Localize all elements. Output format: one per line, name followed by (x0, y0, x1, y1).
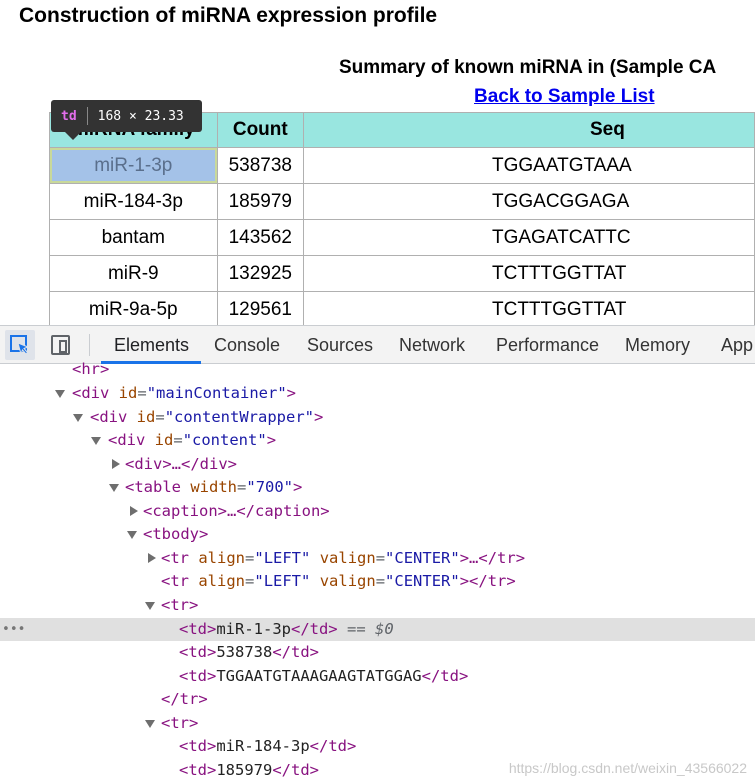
mirna-summary-table: miRNA family Count Seq miR-1-3p 538738 T… (49, 112, 755, 325)
header-count: Count (216, 112, 305, 148)
family-cell: bantam (49, 219, 218, 256)
web-page: Construction of miRNA expression profile… (0, 0, 755, 325)
seq-cell: TGGAATGTAAA (303, 147, 755, 184)
expand-triangle-icon[interactable] (91, 437, 101, 445)
expand-triangle-icon[interactable] (127, 531, 137, 539)
table-row: bantam 143562 TGAGATCATTC (49, 219, 755, 256)
dom-node-hr[interactable]: <hr> (0, 358, 755, 381)
header-seq: Seq (303, 112, 755, 148)
count-cell: 185979 (216, 183, 305, 220)
tooltip-tag-name: td (61, 108, 77, 124)
family-cell[interactable]: miR-1-3p (49, 147, 218, 184)
count-cell: 129561 (216, 291, 305, 325)
seq-cell: TGGACGGAGA (303, 183, 755, 220)
table-row: miR-1-3p 538738 TGGAATGTAAA (49, 147, 755, 184)
dom-node-caption[interactable]: <caption>…</caption> (0, 500, 755, 523)
device-mobile-icon (51, 335, 70, 355)
tooltip-dimensions: 168 × 23.33 (97, 108, 184, 124)
dom-node-content[interactable]: <div id="content"> (0, 429, 755, 452)
dom-node-tr-empty[interactable]: <tr align="LEFT" valign="CENTER"></tr> (0, 570, 755, 593)
inspect-element-button[interactable] (5, 330, 35, 360)
watermark-text: https://blog.csdn.net/weixin_43566022 (508, 760, 747, 776)
dom-node-tbody[interactable]: <tbody> (0, 523, 755, 546)
collapse-triangle-icon[interactable] (112, 459, 120, 469)
devtools-panel: Elements Console Sources Network Perform… (0, 325, 755, 784)
dom-tree[interactable]: <hr> <div id="mainContainer"> <div id="c… (0, 360, 755, 784)
dom-node-td-selected[interactable]: ••• <td>miR-1-3p</td> == $0 (0, 618, 755, 641)
table-row: miR-9 132925 TCTTTGGTTAT (49, 255, 755, 292)
table-row: miR-9a-5p 129561 TCTTTGGTTAT (49, 291, 755, 325)
dom-node-td[interactable]: <td>TGGAATGTAAAGAAGTATGGAG</td> (0, 665, 755, 688)
count-cell: 143562 (216, 219, 305, 256)
tooltip-separator (86, 107, 88, 125)
dom-node-main-container[interactable]: <div id="mainContainer"> (0, 382, 755, 405)
element-inspect-tooltip: td 168 × 23.33 (51, 100, 202, 132)
table-caption: Summary of known miRNA in (Sample CA (339, 57, 717, 78)
seq-cell: TCTTTGGTTAT (303, 291, 755, 325)
tooltip-arrow (65, 132, 81, 140)
family-cell: miR-184-3p (49, 183, 218, 220)
count-cell: 538738 (216, 147, 305, 184)
dom-node-table[interactable]: <table width="700"> (0, 476, 755, 499)
dom-node-tr[interactable]: <tr> (0, 594, 755, 617)
expand-triangle-icon[interactable] (73, 414, 83, 422)
family-cell: miR-9a-5p (49, 291, 218, 325)
dom-node-tr[interactable]: <tr> (0, 712, 755, 735)
device-toolbar-button[interactable] (46, 330, 76, 360)
toolbar-divider (89, 334, 90, 356)
inspect-cursor-icon (10, 335, 30, 356)
dom-node-td[interactable]: <td>538738</td> (0, 641, 755, 664)
page-heading: Construction of miRNA expression profile (19, 4, 438, 27)
dom-node-content-wrapper[interactable]: <div id="contentWrapper"> (0, 406, 755, 429)
seq-cell: TGAGATCATTC (303, 219, 755, 256)
dom-node-td[interactable]: <td>miR-184-3p</td> (0, 735, 755, 758)
expand-triangle-icon[interactable] (145, 720, 155, 728)
collapse-triangle-icon[interactable] (130, 506, 138, 516)
expand-triangle-icon[interactable] (55, 390, 65, 398)
dom-node-div-collapsed[interactable]: <div>…</div> (0, 453, 755, 476)
table-row: miR-184-3p 185979 TGGACGGAGA (49, 183, 755, 220)
family-cell: miR-9 (49, 255, 218, 292)
more-options-icon[interactable]: ••• (2, 618, 25, 641)
dom-node-tr-collapsed[interactable]: <tr align="LEFT" valign="CENTER">…</tr> (0, 547, 755, 570)
expand-triangle-icon[interactable] (145, 602, 155, 610)
seq-cell: TCTTTGGTTAT (303, 255, 755, 292)
count-cell: 132925 (216, 255, 305, 292)
collapse-triangle-icon[interactable] (148, 553, 156, 563)
dom-node-tr-close[interactable]: </tr> (0, 688, 755, 711)
back-to-sample-list-link[interactable]: Back to Sample List (474, 86, 655, 108)
expand-triangle-icon[interactable] (109, 484, 119, 492)
